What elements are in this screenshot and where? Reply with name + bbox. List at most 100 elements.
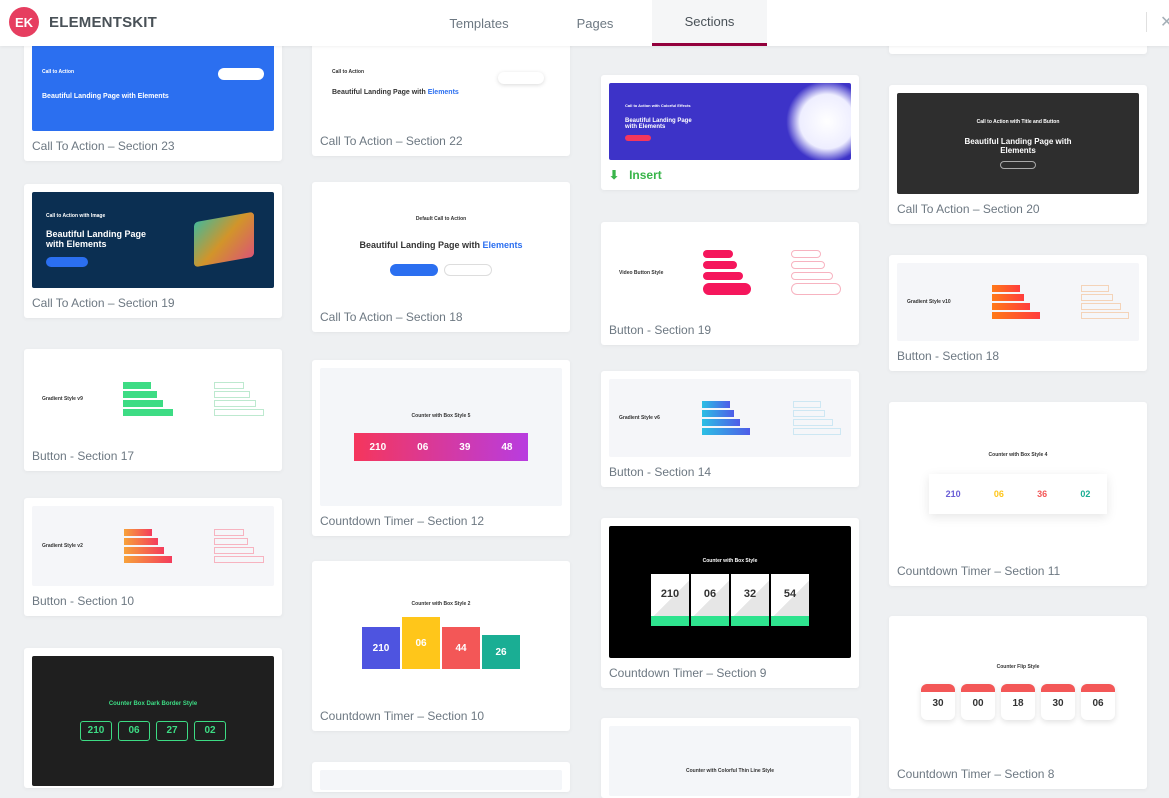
counter-box: 26 [482, 635, 520, 669]
counter-box: 06 [691, 574, 729, 626]
template-card[interactable]: Counter with Box Style 210 06 32 54 Coun… [601, 518, 859, 688]
counter-value: 210 [369, 441, 387, 453]
card-title: Countdown Timer – Section 11 [897, 564, 1061, 578]
elementskit-logo: EK [9, 7, 39, 37]
flip-box: 18 [1001, 683, 1035, 720]
outline-buttons [1080, 283, 1129, 321]
template-card[interactable]: Call to Action Beautiful Landing Page wi… [312, 30, 570, 156]
counter-panel: 210 06 36 02 [929, 474, 1107, 514]
thumb-heading: Video Button Style [619, 269, 664, 276]
card-title: Button - Section 19 [609, 323, 712, 337]
thumb-heading: Call to Action [332, 68, 365, 75]
card-title: Call To Action – Section 20 [897, 202, 1040, 216]
template-thumbnail: Call to Action Beautiful Landing Page wi… [32, 38, 274, 131]
template-card[interactable]: Call to Action Beautiful Landing Page wi… [24, 30, 282, 161]
counter-value: 36 [1037, 489, 1048, 499]
counter-box: 06 [402, 617, 440, 669]
flip-box: 30 [921, 683, 955, 720]
gradient-buttons [991, 283, 1040, 321]
counter-box: 210 [80, 721, 112, 741]
template-thumbnail: Counter with Colorful Thin Line Style [609, 726, 851, 796]
template-card[interactable]: Counter with Box Style 2 210 06 44 26 Co… [312, 561, 570, 731]
thumb-heading: Call to Action [42, 69, 75, 75]
brand-name: ELEMENTSKIT [49, 14, 158, 31]
template-thumbnail: Call to Action with Colorful Effects Bea… [609, 83, 851, 160]
template-card[interactable]: Counter Box Dark Border Style 210 06 27 … [24, 648, 282, 788]
thumb-heading: Counter with Box Style 4 [988, 452, 1048, 458]
thumb-heading: Gradient Style v9 [42, 396, 83, 402]
thumb-heading: Counter with Box Style [702, 558, 758, 564]
thumb-heading: Counter Box Dark Border Style [108, 701, 198, 707]
thumb-big: Beautiful Landing Page with Elements [46, 229, 147, 249]
counter-box: 32 [731, 574, 769, 626]
template-card[interactable]: Counter with Box Style 5 210 06 39 48 Co… [312, 360, 570, 536]
thumb-button [498, 72, 544, 84]
template-card[interactable]: Counter Flip Style 30 00 18 30 06 Countd… [889, 616, 1147, 789]
template-card-hovered[interactable]: Call to Action with Colorful Effects Bea… [601, 75, 859, 190]
thumb-button [444, 264, 492, 276]
thumb-heading: Counter with Colorful Thin Line Style [685, 768, 775, 774]
thumb-button [46, 257, 88, 267]
template-card[interactable]: Counter with Box Style 4 210 06 36 02 Co… [889, 402, 1147, 586]
outline-buttons [213, 380, 264, 418]
counter-box: 210 [362, 627, 400, 669]
thumb-big: Beautiful Landing Page with Elements [332, 88, 459, 96]
outline-buttons [213, 527, 264, 565]
thumb-button [218, 68, 264, 80]
download-icon: ⬇ [609, 168, 620, 182]
thumb-button [625, 134, 651, 141]
thumb-button [1000, 160, 1036, 169]
close-icon[interactable]: ✕ [1160, 12, 1169, 32]
divider [1146, 12, 1147, 32]
template-thumbnail: Counter Flip Style 30 00 18 30 06 [897, 624, 1139, 759]
illustration [194, 211, 254, 268]
tab-templates[interactable]: Templates [420, 0, 538, 46]
counter-value: 06 [993, 489, 1004, 499]
header: EK ELEMENTSKIT Templates Pages Sections … [0, 0, 1169, 46]
outline-buttons [792, 399, 841, 437]
template-card[interactable] [312, 762, 570, 792]
template-card[interactable]: Call to Action with Image Beautiful Land… [24, 184, 282, 318]
template-thumbnail: Gradient Style v6 [609, 379, 851, 457]
template-card[interactable]: Video Button Style Button - Section 19 [601, 222, 859, 345]
flip-box: 00 [961, 683, 995, 720]
thumb-heading: Counter with Box Style 2 [411, 601, 471, 607]
thumb-heading: Gradient Style v6 [619, 415, 660, 421]
template-thumbnail: Gradient Style v9 [32, 357, 274, 441]
gradient-buttons [123, 380, 174, 418]
counter-box: 06 [118, 721, 150, 741]
counter-strip: 210 06 39 48 [354, 433, 528, 461]
counter-box: 54 [771, 574, 809, 626]
counter-value: 06 [417, 441, 429, 453]
insert-button[interactable]: ⬇ Insert [609, 168, 851, 182]
card-title: Countdown Timer – Section 10 [320, 709, 485, 723]
counter-value: 02 [1080, 489, 1091, 499]
tab-sections[interactable]: Sections [652, 0, 767, 46]
card-title: Countdown Timer – Section 12 [320, 514, 485, 528]
filled-buttons [703, 247, 752, 298]
flip-box: 06 [1081, 683, 1115, 720]
template-card[interactable]: Gradient Style v6 Button - Section 14 [601, 371, 859, 487]
template-card[interactable]: Gradient Style v10 Button - Section 18 [889, 255, 1147, 371]
template-card[interactable]: Gradient Style v9 Button - Section 17 [24, 349, 282, 471]
thumb-heading: Counter Flip Style [996, 663, 1040, 670]
template-card[interactable]: Counter with Colorful Thin Line Style [601, 718, 859, 798]
counter-value: 39 [459, 441, 471, 453]
counter-box: 210 [651, 574, 689, 626]
template-card[interactable]: Call to Action with Title and Button Bea… [889, 85, 1147, 224]
thumb-big: Beautiful Landing Page with Elements [964, 136, 1072, 155]
thumb-heading: Call to Action with Title and Button [976, 118, 1060, 125]
template-thumbnail [320, 770, 562, 790]
template-card[interactable]: Gradient Style v2 Button - Section 10 [24, 498, 282, 616]
template-thumbnail: Counter with Box Style 5 210 06 39 48 [320, 368, 562, 506]
thumb-heading: Call to Action with Colorful Effects [625, 102, 691, 108]
thumb-button [390, 264, 438, 276]
template-thumbnail: Counter with Box Style 4 210 06 36 02 [897, 410, 1139, 556]
card-title: Call To Action – Section 22 [320, 134, 463, 148]
tab-pages[interactable]: Pages [538, 0, 652, 46]
card-title: Button - Section 10 [32, 594, 135, 608]
thumb-heading: Call to Action with Image [46, 213, 106, 219]
template-card[interactable]: Default Call to Action Beautiful Landing… [312, 182, 570, 332]
thumb-big: Beautiful Landing Page with Elements [625, 117, 692, 130]
flip-box: 30 [1041, 683, 1075, 720]
